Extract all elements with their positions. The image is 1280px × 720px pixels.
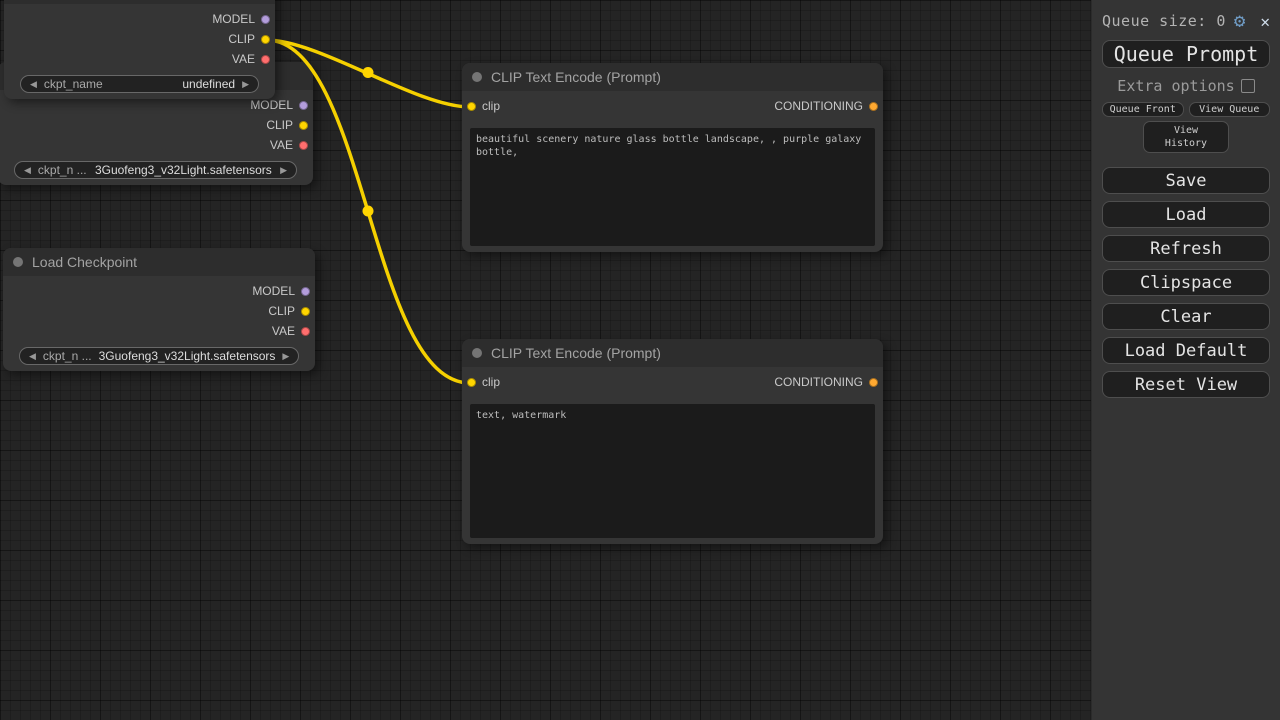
clear-button[interactable]: Clear: [1102, 303, 1270, 330]
output-label-conditioning: CONDITIONING: [774, 99, 863, 113]
settings-gear-icon[interactable]: ⚙: [1234, 12, 1245, 31]
collapse-dot-icon[interactable]: [472, 72, 482, 82]
extra-options-label: Extra options: [1117, 77, 1234, 95]
clip-input-dot[interactable]: [467, 102, 476, 111]
action-button-stack: Save Load Refresh Clipspace Clear Load D…: [1102, 167, 1270, 398]
node-title-bar[interactable]: CLIP Text Encode (Prompt): [462, 339, 883, 367]
combo-prev-icon[interactable]: ◀: [29, 351, 36, 362]
output-label-vae: VAE: [270, 138, 293, 152]
clip-input-dot[interactable]: [467, 378, 476, 387]
positive-prompt-textarea[interactable]: beautiful scenery nature glass bottle la…: [470, 128, 875, 246]
output-label-conditioning: CONDITIONING: [774, 375, 863, 389]
input-label-clip: clip: [482, 375, 500, 389]
clip-text-encode-negative-node[interactable]: CLIP Text Encode (Prompt) clip CONDITION…: [462, 339, 883, 544]
queue-size-label: Queue size: 0: [1102, 12, 1226, 30]
output-label-model: MODEL: [252, 284, 295, 298]
output-label-clip: CLIP: [268, 304, 295, 318]
combo-prev-icon[interactable]: ◀: [24, 165, 31, 176]
ckpt-name-combo-widget[interactable]: ◀ ckpt_n ... 3Guofeng3_v32Light.safetens…: [14, 161, 297, 179]
clip-output-dot[interactable]: [299, 121, 308, 130]
clip-output-dot[interactable]: [301, 307, 310, 316]
view-history-line1: View: [1174, 124, 1198, 137]
widget-name: ckpt_name: [44, 77, 103, 91]
combo-next-icon[interactable]: ▶: [242, 79, 249, 90]
widget-name: ckpt_n ...: [43, 349, 92, 363]
node-title-bar[interactable]: CLIP Text Encode (Prompt): [462, 63, 883, 91]
conditioning-output-dot[interactable]: [869, 378, 878, 387]
model-output-dot[interactable]: [301, 287, 310, 296]
conditioning-output-dot[interactable]: [869, 102, 878, 111]
output-label-model: MODEL: [212, 12, 255, 26]
vae-output-dot[interactable]: [299, 141, 308, 150]
ckpt-name-combo-widget[interactable]: ◀ ckpt_name undefined ▶: [20, 75, 259, 93]
view-queue-button[interactable]: View Queue: [1189, 102, 1271, 117]
output-label-clip: CLIP: [228, 32, 255, 46]
queue-actions-row: Queue Front View Queue: [1102, 102, 1270, 117]
refresh-button[interactable]: Refresh: [1102, 235, 1270, 262]
ckpt-name-combo-widget[interactable]: ◀ ckpt_n ... 3Guofeng3_v32Light.safetens…: [19, 347, 299, 365]
node-title: CLIP Text Encode (Prompt): [491, 69, 661, 85]
load-checkpoint-node[interactable]: Load Checkpoint MODEL CLIP VAE ◀ ckpt_n …: [3, 248, 315, 371]
extra-options-checkbox[interactable]: [1241, 79, 1255, 93]
output-label-model: MODEL: [250, 98, 293, 112]
node-title: Load Checkpoint: [32, 254, 137, 270]
view-history-button[interactable]: View History: [1143, 121, 1229, 153]
link-midpoint-dot: [363, 67, 374, 78]
widget-name: ckpt_n ...: [38, 163, 87, 177]
save-button[interactable]: Save: [1102, 167, 1270, 194]
node-title-bar[interactable]: Load Checkpoint: [3, 248, 315, 276]
output-label-clip: CLIP: [266, 118, 293, 132]
load-default-button[interactable]: Load Default: [1102, 337, 1270, 364]
vae-output-dot[interactable]: [301, 327, 310, 336]
queue-prompt-button[interactable]: Queue Prompt: [1102, 40, 1270, 68]
model-output-dot[interactable]: [299, 101, 308, 110]
model-output-dot[interactable]: [261, 15, 270, 24]
link-midpoint-dot: [363, 206, 374, 217]
reset-view-button[interactable]: Reset View: [1102, 371, 1270, 398]
clipspace-button[interactable]: Clipspace: [1102, 269, 1270, 296]
combo-next-icon[interactable]: ▶: [280, 165, 287, 176]
widget-value: undefined: [110, 77, 235, 91]
negative-prompt-textarea[interactable]: text, watermark: [470, 404, 875, 538]
load-button[interactable]: Load: [1102, 201, 1270, 228]
output-label-vae: VAE: [272, 324, 295, 338]
node-title: CLIP Text Encode (Prompt): [491, 345, 661, 361]
clip-output-dot[interactable]: [261, 35, 270, 44]
output-label-vae: VAE: [232, 52, 255, 66]
close-icon[interactable]: ✕: [1260, 12, 1270, 31]
clip-text-encode-positive-node[interactable]: CLIP Text Encode (Prompt) clip CONDITION…: [462, 63, 883, 252]
queue-status-row: Queue size: 0 ⚙ ✕: [1102, 10, 1270, 32]
collapse-dot-icon[interactable]: [13, 257, 23, 267]
comfy-menu-panel: Queue size: 0 ⚙ ✕ Queue Prompt Extra opt…: [1091, 0, 1280, 720]
combo-next-icon[interactable]: ▶: [282, 351, 289, 362]
collapse-dot-icon[interactable]: [472, 348, 482, 358]
checkpoint-node-top[interactable]: MODEL CLIP VAE ◀ ckpt_name undefined ▶: [4, 0, 275, 99]
view-history-line2: History: [1165, 137, 1207, 150]
widget-value: 3Guofeng3_v32Light.safetensors: [99, 349, 276, 363]
node-graph-canvas[interactable]: MODEL CLIP VAE ◀ ckpt_n ... 3Guofeng3_v3…: [0, 0, 1091, 720]
extra-options-row: Extra options: [1102, 78, 1270, 94]
combo-prev-icon[interactable]: ◀: [30, 79, 37, 90]
widget-value: 3Guofeng3_v32Light.safetensors: [94, 163, 273, 177]
vae-output-dot[interactable]: [261, 55, 270, 64]
queue-front-button[interactable]: Queue Front: [1102, 102, 1184, 117]
input-label-clip: clip: [482, 99, 500, 113]
